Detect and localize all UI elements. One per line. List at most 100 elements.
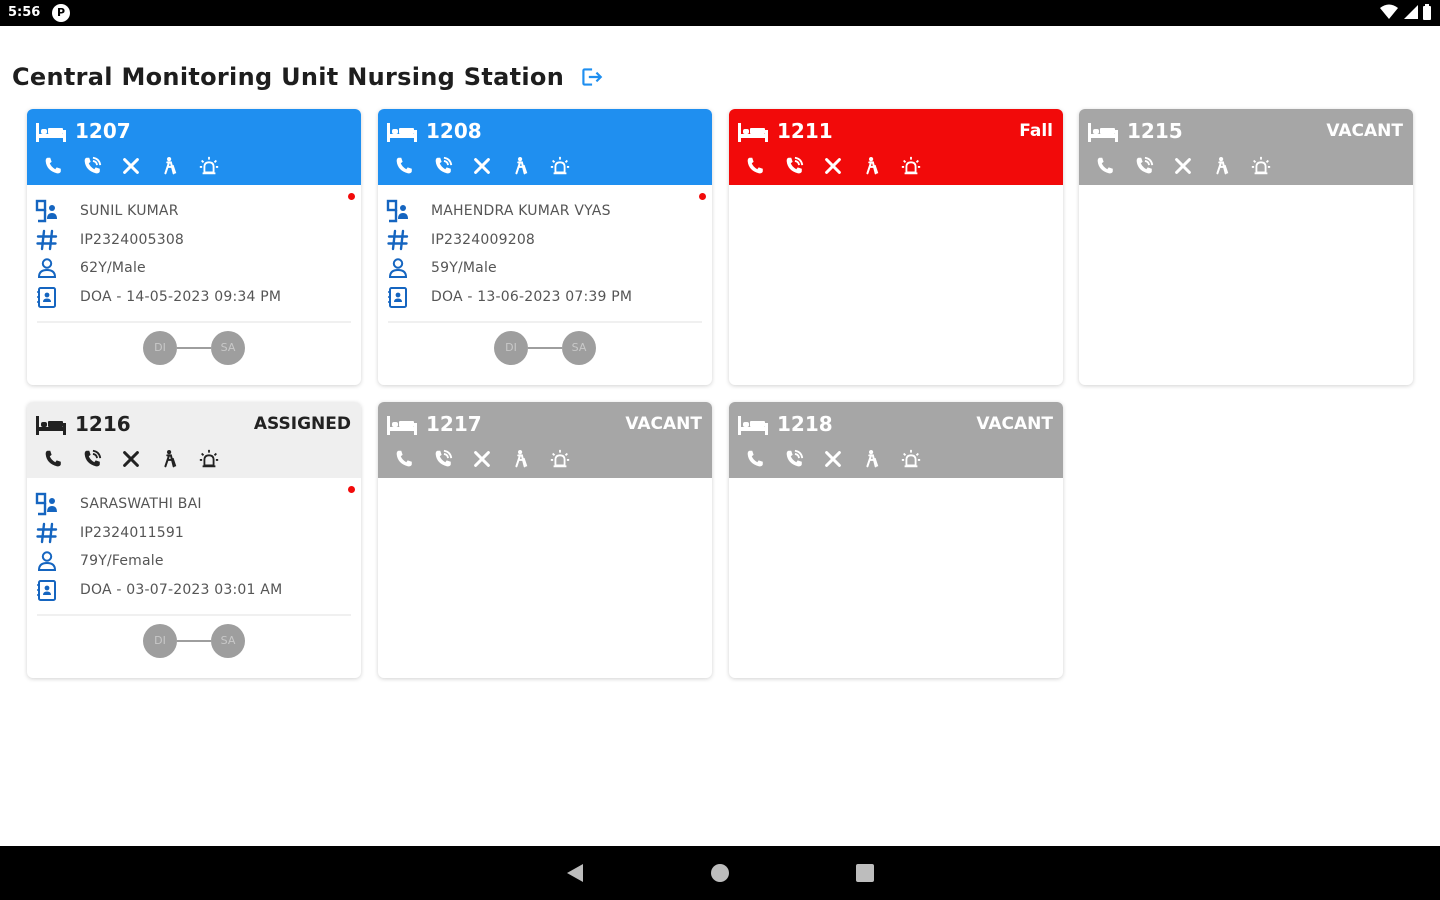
bed-actions — [33, 153, 228, 179]
bed-status: VACANT — [1326, 121, 1403, 141]
fall-button[interactable] — [150, 153, 189, 179]
cancel-button[interactable] — [813, 446, 852, 472]
workflow-step[interactable]: DI — [143, 624, 177, 658]
battery-icon — [1423, 4, 1431, 20]
alarm-icon — [549, 155, 571, 177]
ring-button[interactable] — [423, 153, 462, 179]
phone-ringing-icon — [783, 448, 805, 470]
bed-actions — [1085, 153, 1280, 179]
alert-indicator — [699, 193, 706, 200]
workflow-step[interactable]: DI — [143, 331, 177, 365]
patient-name-row: SARASWATHI BAI — [35, 490, 282, 519]
ring-button[interactable] — [1124, 153, 1163, 179]
call-button[interactable] — [33, 446, 72, 472]
cancel-button[interactable] — [111, 153, 150, 179]
patient-doa-row: DOA - 14-05-2023 09:34 PM — [35, 283, 281, 312]
fall-button[interactable] — [1202, 153, 1241, 179]
phone-icon — [393, 448, 415, 470]
bed-card-body — [729, 185, 1063, 385]
phone-icon — [1094, 155, 1116, 177]
bed-card-body — [378, 478, 712, 678]
bed-number: 1207 — [75, 119, 131, 143]
alarm-button[interactable] — [189, 446, 228, 472]
phone-icon — [744, 155, 766, 177]
status-time: 5:56 — [8, 5, 41, 20]
bed-number: 1215 — [1127, 119, 1183, 143]
alarm-button[interactable] — [1241, 153, 1280, 179]
workflow-step[interactable]: DI — [494, 331, 528, 365]
call-button[interactable] — [384, 153, 423, 179]
patient-doa-row: DOA - 03-07-2023 03:01 AM — [35, 576, 282, 605]
patient-age-row: 59Y/Male — [386, 254, 632, 283]
call-button[interactable] — [735, 153, 774, 179]
bed-icon — [738, 416, 768, 435]
ring-button[interactable] — [774, 153, 813, 179]
divider — [37, 321, 351, 323]
walking-person-icon — [159, 448, 181, 470]
call-button[interactable] — [384, 446, 423, 472]
hash-icon — [386, 228, 410, 252]
bed-card[interactable]: 1208 MAHENDRA KUMAR VYAS IP2324009208 59… — [378, 109, 712, 385]
patient-age-gender: 62Y/Male — [80, 260, 146, 277]
ring-button[interactable] — [72, 153, 111, 179]
bed-card[interactable]: 1216 ASSIGNED SARASWATHI BAI IP232401159… — [27, 402, 361, 678]
cancel-button[interactable] — [813, 153, 852, 179]
bed-card-header: 1208 — [378, 109, 712, 185]
phone-ringing-icon — [1133, 155, 1155, 177]
walking-person-icon — [510, 448, 532, 470]
cancel-button[interactable] — [111, 446, 150, 472]
patient-name: SUNIL KUMAR — [80, 203, 179, 220]
phone-ringing-icon — [81, 448, 103, 470]
fall-button[interactable] — [501, 446, 540, 472]
back-icon[interactable] — [563, 861, 587, 885]
alarm-button[interactable] — [540, 446, 579, 472]
walking-person-icon — [1211, 155, 1233, 177]
walking-person-icon — [510, 155, 532, 177]
patient-name-row: SUNIL KUMAR — [35, 197, 281, 226]
cancel-button[interactable] — [462, 446, 501, 472]
bed-number: 1217 — [426, 412, 482, 436]
bed-card[interactable]: 1218 VACANT — [729, 402, 1063, 678]
alarm-button[interactable] — [189, 153, 228, 179]
call-button[interactable] — [33, 153, 72, 179]
workflow-step[interactable]: SA — [562, 331, 596, 365]
fall-button[interactable] — [852, 153, 891, 179]
page-title: Central Monitoring Unit Nursing Station — [12, 63, 565, 91]
patient-icon — [35, 492, 59, 516]
cancel-button[interactable] — [462, 153, 501, 179]
fall-button[interactable] — [501, 153, 540, 179]
bed-card[interactable]: 1217 VACANT — [378, 402, 712, 678]
bed-card[interactable]: 1215 VACANT — [1079, 109, 1413, 385]
system-nav-bar — [0, 846, 1440, 900]
bed-icon — [387, 416, 417, 435]
bed-status: ASSIGNED — [253, 414, 351, 434]
bed-card-header: 1207 — [27, 109, 361, 185]
fall-button[interactable] — [852, 446, 891, 472]
ring-button[interactable] — [423, 446, 462, 472]
alarm-icon — [900, 448, 922, 470]
alarm-button[interactable] — [540, 153, 579, 179]
alarm-button[interactable] — [891, 446, 930, 472]
ring-button[interactable] — [72, 446, 111, 472]
ring-button[interactable] — [774, 446, 813, 472]
cancel-button[interactable] — [1163, 153, 1202, 179]
bed-card[interactable]: 1207 SUNIL KUMAR IP2324005308 62Y/Male D… — [27, 109, 361, 385]
home-icon[interactable] — [708, 861, 732, 885]
patient-ip: IP2324009208 — [431, 231, 536, 248]
phone-ringing-icon — [432, 155, 454, 177]
bed-number: 1216 — [75, 412, 131, 436]
call-button[interactable] — [735, 446, 774, 472]
recents-icon[interactable] — [853, 861, 877, 885]
bed-card[interactable]: 1211 Fall — [729, 109, 1063, 385]
close-icon — [822, 448, 844, 470]
logout-icon[interactable] — [578, 64, 604, 90]
close-icon — [822, 155, 844, 177]
workflow-step[interactable]: SA — [211, 331, 245, 365]
workflow-step[interactable]: SA — [211, 624, 245, 658]
bed-status: VACANT — [976, 414, 1053, 434]
alarm-icon — [1250, 155, 1272, 177]
alarm-button[interactable] — [891, 153, 930, 179]
wifi-icon — [1380, 4, 1398, 19]
call-button[interactable] — [1085, 153, 1124, 179]
fall-button[interactable] — [150, 446, 189, 472]
